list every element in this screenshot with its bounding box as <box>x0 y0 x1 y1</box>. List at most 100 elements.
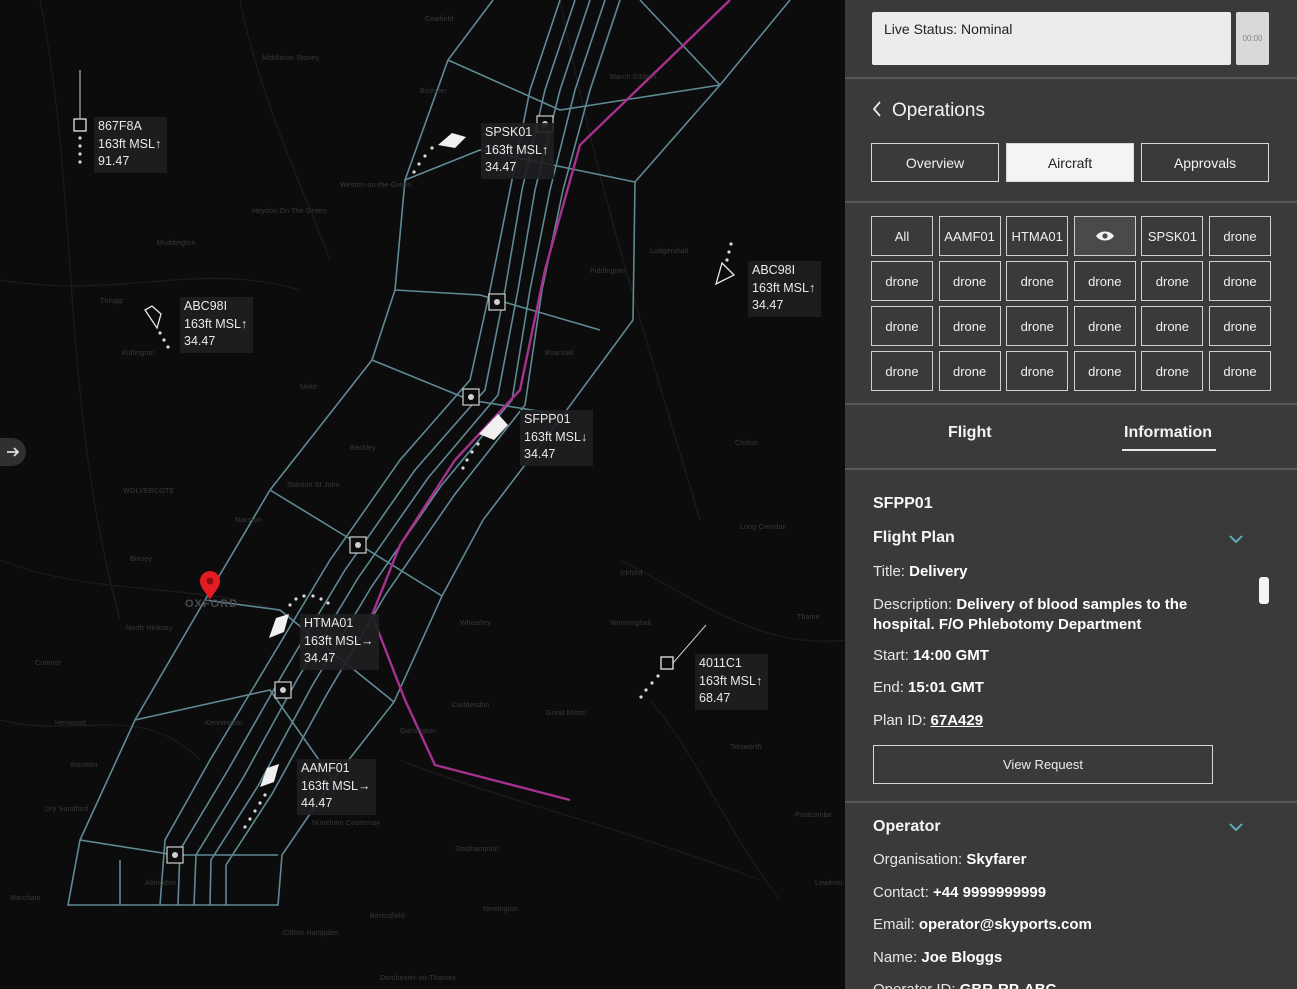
aircraft-id: 867F8A <box>98 119 142 133</box>
aircraft-filter-chip[interactable]: drone <box>1141 351 1204 391</box>
chip-label: drone <box>952 318 987 334</box>
aircraft-filter-chip[interactable]: drone <box>1209 216 1271 256</box>
aircraft-filter-chip[interactable]: drone <box>938 261 1001 301</box>
chip-label: drone <box>1020 318 1054 334</box>
aircraft-filter-chip[interactable]: AAMF01 <box>938 216 1001 256</box>
aircraft-altitude: 163ft MSL→ <box>304 633 374 648</box>
visibility-toggle-button[interactable] <box>1073 216 1136 256</box>
aircraft-value: 68.47 <box>699 691 731 705</box>
eye-icon <box>1095 231 1114 241</box>
city-label-oxford: OXFORD <box>185 598 239 610</box>
tab-flight[interactable]: Flight <box>948 424 992 442</box>
operator-name-row: Name: Joe Bloggs <box>873 949 1003 966</box>
aircraft-altitude: 163ft MSL↑ <box>699 673 763 688</box>
chevron-down-icon[interactable] <box>1228 822 1244 832</box>
aircraft-label-abc98i-east[interactable]: ABC98I 163ft MSL↑ 34.47 <box>748 261 822 317</box>
aircraft-filter-chip[interactable]: drone <box>871 261 933 301</box>
tab-information[interactable]: Information <box>1124 424 1212 442</box>
location-pin-icon[interactable] <box>200 571 220 600</box>
chip-label: drone <box>1088 318 1122 334</box>
aircraft-filter-chip[interactable]: drone <box>1141 261 1204 301</box>
chip-label: drone <box>952 273 987 289</box>
chip-label: HTMA01 <box>1011 228 1063 244</box>
aircraft-altitude: 163ft MSL↓ <box>524 429 588 444</box>
arrow-right-icon <box>7 447 20 457</box>
aircraft-filter-chip[interactable]: drone <box>1006 306 1069 346</box>
flight-start-row: Start: 14:00 GMT <box>873 647 989 664</box>
tab-aircraft[interactable]: Aircraft <box>1006 143 1134 182</box>
aircraft-id: 4011C1 <box>699 656 742 670</box>
chip-label: drone <box>885 273 919 289</box>
aircraft-label-4011c1[interactable]: 4011C1 163ft MSL↑ 68.47 <box>695 654 769 710</box>
aircraft-filter-chip[interactable]: drone <box>1073 351 1136 391</box>
aircraft-id: ABC98I <box>752 263 796 277</box>
live-status-field[interactable]: Live Status: Nominal <box>872 12 1231 65</box>
aircraft-icon-spsk01 <box>438 133 466 148</box>
view-request-label: View Request <box>1003 757 1083 772</box>
back-button[interactable] <box>871 100 883 124</box>
flight-end-row: End: 15:01 GMT <box>873 679 984 696</box>
aircraft-filter-chip[interactable]: drone <box>1209 261 1271 301</box>
status-time-button[interactable]: 00:00 <box>1236 12 1269 65</box>
aircraft-label-867f8a[interactable]: 867F8A 163ft MSL↑ 91.47 <box>94 117 168 173</box>
chip-label: AAMF01 <box>944 228 995 244</box>
tab-overview[interactable]: Overview <box>871 143 999 182</box>
aircraft-filter-chip[interactable]: SPSK01 <box>1141 216 1204 256</box>
waypoint-markers <box>166 115 554 864</box>
tab-approvals[interactable]: Approvals <box>1141 143 1269 182</box>
flight-description-row: Description: Delivery of blood samples t… <box>873 596 1188 633</box>
aircraft-filter-chip[interactable]: drone <box>938 306 1001 346</box>
aircraft-id: SFPP01 <box>524 412 571 426</box>
aircraft-label-spsk01[interactable]: SPSK01 163ft MSL↑ 34.47 <box>481 123 555 179</box>
aircraft-filter-chip[interactable]: drone <box>938 351 1001 391</box>
aircraft-filter-chip[interactable]: drone <box>1006 351 1069 391</box>
chip-label: drone <box>1088 363 1122 379</box>
chip-label: SPSK01 <box>1147 228 1197 244</box>
operations-panel: Live Status: Nominal 00:00 Operations Ov… <box>845 0 1297 989</box>
chevron-left-icon <box>872 101 881 117</box>
plan-id-link[interactable]: 67A429 <box>931 712 984 729</box>
aircraft-filter-chip[interactable]: HTMA01 <box>1006 216 1069 256</box>
aircraft-filter-chip[interactable]: drone <box>1209 306 1271 346</box>
tab-label: Aircraft <box>1047 154 1093 171</box>
aircraft-altitude: 163ft MSL↑ <box>98 136 162 151</box>
operator-id-row: Operator ID: GBR-RP-ABC <box>873 981 1056 989</box>
aircraft-value: 34.47 <box>304 651 336 665</box>
chip-label: drone <box>885 363 919 379</box>
chip-label: drone <box>1020 273 1054 289</box>
aircraft-id: ABC98I <box>184 299 228 313</box>
aircraft-filter-chip[interactable]: drone <box>1073 261 1136 301</box>
aircraft-value: 91.47 <box>98 154 130 168</box>
aircraft-filter-chip[interactable]: drone <box>1073 306 1136 346</box>
divider <box>845 201 1297 203</box>
chip-label: drone <box>1155 318 1190 334</box>
chip-label: drone <box>1155 363 1190 379</box>
aircraft-value: 34.47 <box>752 298 784 312</box>
divider <box>845 468 1297 470</box>
aircraft-value: 44.47 <box>301 796 333 810</box>
aircraft-label-abc98i-west[interactable]: ABC98I 163ft MSL↑ 34.47 <box>180 297 254 353</box>
aircraft-filter-chip[interactable]: All <box>871 216 933 256</box>
flight-id: SFPP01 <box>873 495 933 512</box>
scrollbar-thumb[interactable] <box>1259 577 1269 604</box>
view-request-button[interactable]: View Request <box>873 745 1213 784</box>
chip-label: drone <box>1223 273 1257 289</box>
aircraft-altitude: 163ft MSL↑ <box>485 142 549 157</box>
aircraft-filter-chip[interactable]: drone <box>871 351 933 391</box>
aircraft-filter-chip[interactable]: drone <box>1141 306 1204 346</box>
aircraft-id: AAMF01 <box>301 761 350 775</box>
flight-plan-id-row: Plan ID: 67A429 <box>873 712 984 729</box>
flight-plan-heading: Flight Plan <box>873 529 955 546</box>
aircraft-label-htma01[interactable]: HTMA01 163ft MSL→ 34.47 <box>300 614 380 670</box>
aircraft-filter-chip[interactable]: drone <box>871 306 933 346</box>
operator-heading: Operator <box>873 818 941 835</box>
aircraft-filter-chip[interactable]: drone <box>1006 261 1069 301</box>
chip-label: All <box>894 228 910 244</box>
chevron-down-icon[interactable] <box>1228 534 1244 544</box>
map-view[interactable]: Cowfield Middleton Stoney Bicester March… <box>0 0 845 989</box>
aircraft-label-aamf01[interactable]: AAMF01 163ft MSL→ 44.47 <box>297 759 377 815</box>
chip-label: drone <box>1088 273 1122 289</box>
aircraft-filter-chip[interactable]: drone <box>1209 351 1271 391</box>
flight-corridor <box>67 0 791 906</box>
aircraft-label-sfpp01[interactable]: SFPP01 163ft MSL↓ 34.47 <box>520 410 594 466</box>
